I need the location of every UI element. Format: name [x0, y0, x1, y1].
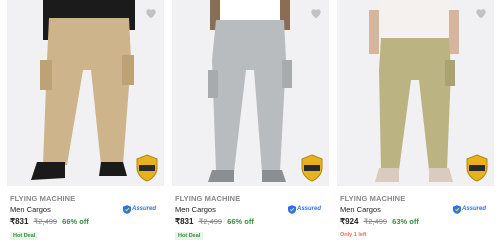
mrp-price: ₹2,499: [363, 217, 388, 226]
mrp-price: ₹2,499: [33, 217, 58, 226]
product-brand: FLYING MACHINE: [10, 194, 76, 203]
price-row: ₹831 ₹2,499 66% off: [10, 217, 89, 226]
product-card[interactable]: FLYING MACHINE Men Cargos Assured ₹831 ₹…: [172, 0, 329, 243]
product-image[interactable]: [7, 0, 164, 186]
assured-label: Assured: [461, 206, 486, 212]
discount-label: 63% off: [392, 217, 419, 226]
heart-icon[interactable]: [144, 6, 158, 20]
discount-label: 66% off: [62, 217, 89, 226]
product-image[interactable]: [337, 0, 494, 186]
product-card[interactable]: FLYING MACHINE Men Cargos Assured ₹924 ₹…: [337, 0, 494, 243]
hot-deal-tag: Hot Deal: [175, 232, 204, 240]
assured-label: Assured: [296, 206, 321, 212]
brand-badge-icon: [300, 154, 324, 182]
assured-badge: Assured: [452, 204, 486, 214]
assured-label: Assured: [131, 206, 156, 212]
heart-icon[interactable]: [474, 6, 488, 20]
assured-badge: Assured: [122, 204, 156, 214]
product-image[interactable]: [172, 0, 329, 186]
brand-badge-icon: [465, 154, 489, 182]
price-row: ₹831 ₹2,499 66% off: [175, 217, 254, 226]
assured-shield-icon: [287, 204, 296, 214]
product-brand: FLYING MACHINE: [340, 194, 406, 203]
selling-price: ₹831: [175, 217, 194, 226]
product-card[interactable]: FLYING MACHINE Men Cargos Assured ₹831 ₹…: [7, 0, 164, 243]
product-title[interactable]: Men Cargos: [10, 205, 51, 214]
pant-shape: [212, 20, 286, 172]
stock-left-tag: Only 1 left: [340, 232, 367, 238]
pant-shape: [43, 18, 131, 165]
assured-badge: Assured: [287, 204, 321, 214]
assured-shield-icon: [452, 204, 461, 214]
hot-deal-tag: Hot Deal: [10, 232, 39, 240]
brand-badge-icon: [135, 154, 159, 182]
mrp-price: ₹2,499: [198, 217, 223, 226]
discount-label: 66% off: [227, 217, 254, 226]
pant-shape: [379, 38, 451, 170]
selling-price: ₹831: [10, 217, 29, 226]
price-row: ₹924 ₹2,499 63% off: [340, 217, 419, 226]
product-title[interactable]: Men Cargos: [340, 205, 381, 214]
selling-price: ₹924: [340, 217, 359, 226]
heart-icon[interactable]: [309, 6, 323, 20]
product-title[interactable]: Men Cargos: [175, 205, 216, 214]
product-grid: FLYING MACHINE Men Cargos Assured ₹831 ₹…: [0, 0, 500, 243]
assured-shield-icon: [122, 204, 131, 214]
product-brand: FLYING MACHINE: [175, 194, 241, 203]
